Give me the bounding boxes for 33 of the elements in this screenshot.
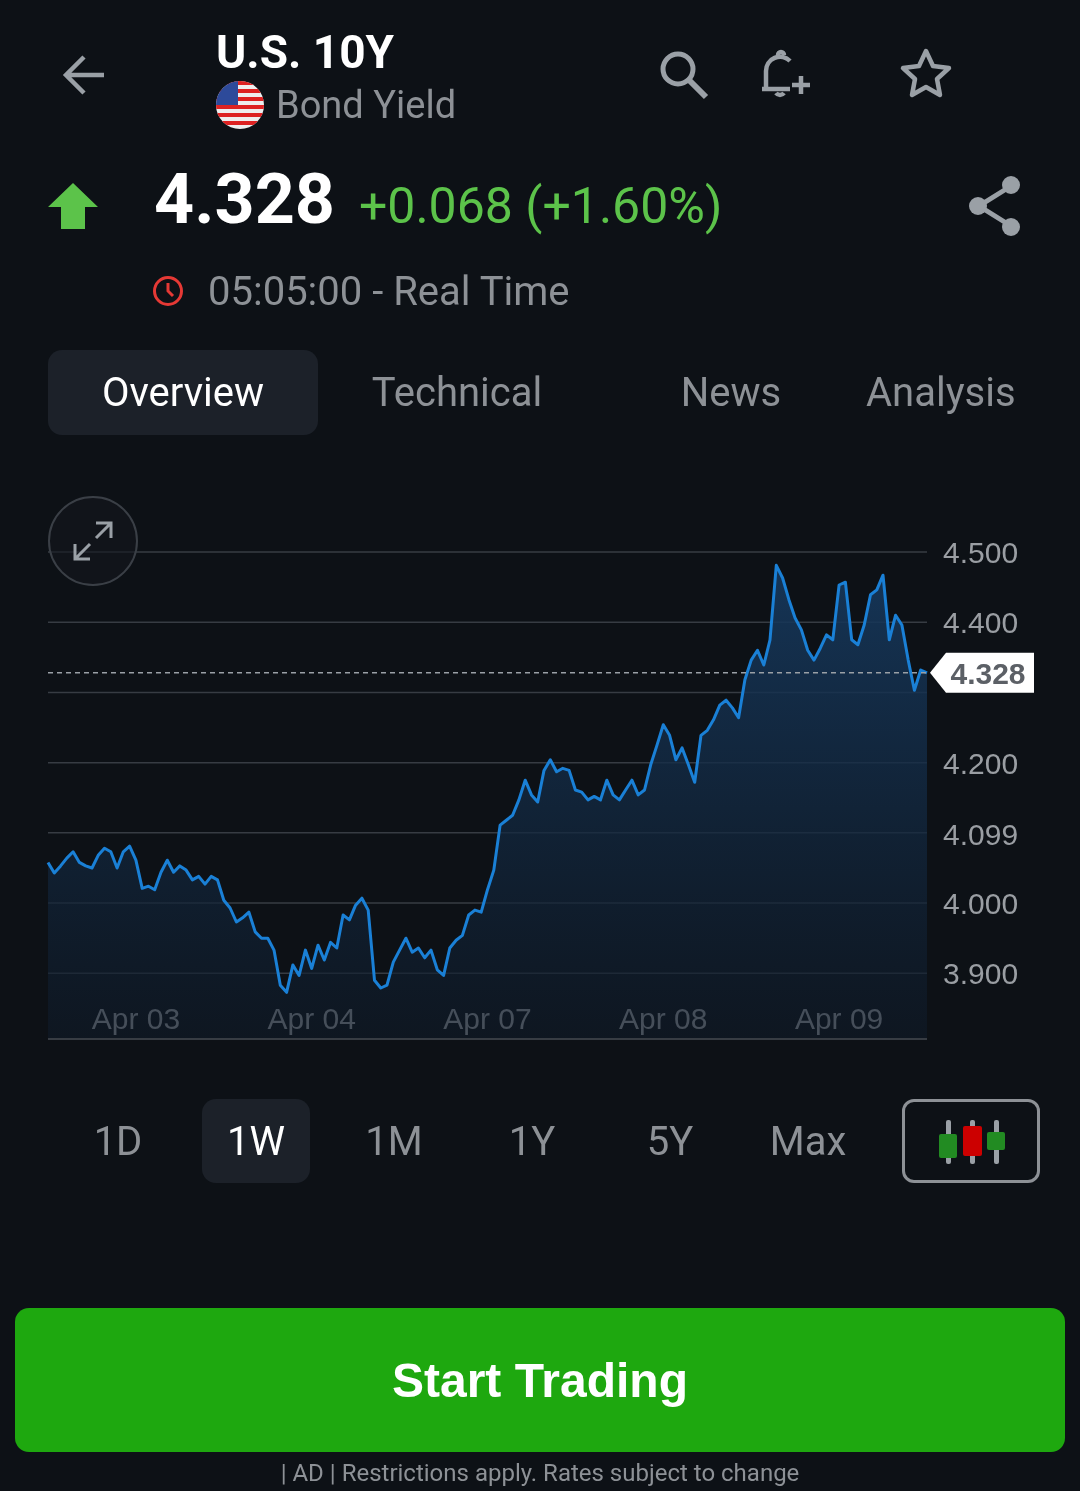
x-axis-label: Apr 09 bbox=[794, 1002, 884, 1035]
ref-line-label: 4.328 bbox=[950, 656, 1026, 690]
tab[interactable]: Overview bbox=[48, 350, 318, 435]
instrument-title: U.S. 10Y bbox=[216, 27, 396, 77]
tab[interactable]: Analysis bbox=[866, 350, 1016, 435]
range-button[interactable]: 1W bbox=[202, 1099, 310, 1183]
range-button[interactable]: Max bbox=[754, 1099, 862, 1183]
flag-icon bbox=[216, 81, 264, 129]
x-axis-label: Apr 07 bbox=[443, 1002, 532, 1035]
disclaimer: | AD | Restrictions apply. Rates subject to change bbox=[279, 1460, 801, 1486]
y-axis-label: 4.200 bbox=[943, 746, 1019, 780]
y-axis-label: 4.500 bbox=[943, 536, 1019, 569]
y-axis-label: 4.099 bbox=[943, 817, 1019, 851]
tab[interactable]: Technical bbox=[318, 350, 596, 435]
range-button[interactable]: 1D bbox=[64, 1099, 172, 1183]
price-change: +0.068 (+1.60%) bbox=[358, 176, 724, 236]
x-axis-label: Apr 08 bbox=[619, 1002, 708, 1035]
tab[interactable]: News bbox=[596, 350, 866, 435]
x-axis-label: Apr 03 bbox=[91, 1002, 181, 1035]
price-tag: 4.328 bbox=[930, 652, 1034, 693]
range-button[interactable]: 5Y bbox=[616, 1099, 724, 1183]
start-trading-button[interactable]: Start Trading bbox=[15, 1308, 1065, 1452]
range-button[interactable]: 1M bbox=[340, 1099, 448, 1183]
clock-icon bbox=[152, 275, 184, 307]
price: 4.328 bbox=[154, 159, 335, 239]
range-button[interactable]: 1Y bbox=[478, 1099, 586, 1183]
update-time: 05:05:00 - Real Time bbox=[208, 267, 570, 315]
x-axis-label: Apr 04 bbox=[267, 1002, 356, 1035]
y-axis-label: 4.400 bbox=[943, 606, 1019, 640]
y-axis-label: 3.900 bbox=[943, 957, 1019, 991]
chart-type-button[interactable] bbox=[902, 1099, 1040, 1183]
instrument-subtitle: Bond Yield bbox=[276, 82, 457, 129]
y-axis-label: 4.000 bbox=[943, 887, 1019, 921]
